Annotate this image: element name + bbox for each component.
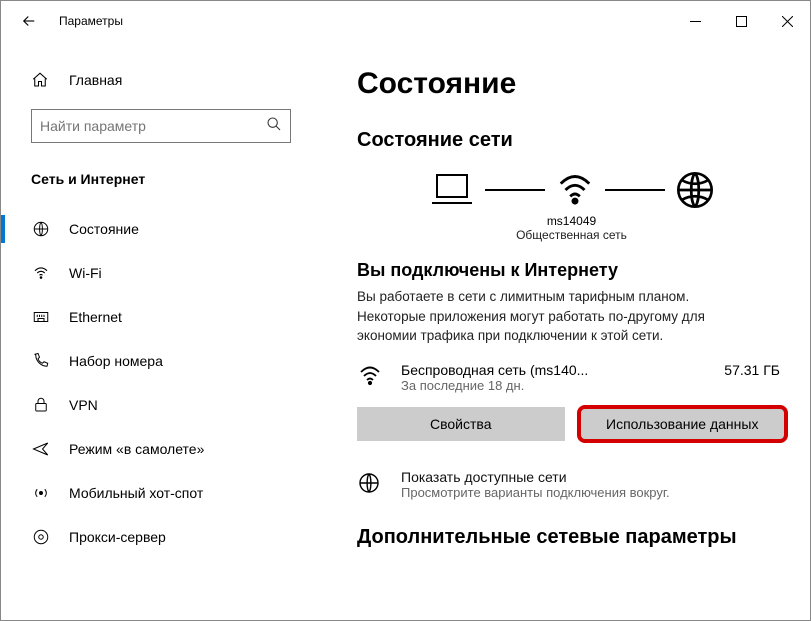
minimize-button[interactable] xyxy=(672,5,718,37)
wifi-icon xyxy=(357,362,387,393)
connection-period: За последние 18 дн. xyxy=(401,378,724,393)
window-controls xyxy=(672,5,810,37)
wifi-icon xyxy=(555,171,595,209)
additional-params-heading: Дополнительные сетевые параметры xyxy=(357,526,786,549)
properties-button[interactable]: Свойства xyxy=(357,407,565,441)
close-button[interactable] xyxy=(764,5,810,37)
hotspot-icon xyxy=(31,484,51,502)
diagram-line xyxy=(605,189,665,191)
titlebar: Параметры xyxy=(1,1,810,41)
home-label: Главная xyxy=(69,72,122,88)
back-button[interactable] xyxy=(11,3,47,39)
data-usage-button[interactable]: Использование данных xyxy=(579,407,787,441)
home-icon xyxy=(31,71,51,89)
network-name: ms14049 xyxy=(357,214,786,228)
sidebar-item-label: Мобильный хот-спот xyxy=(69,485,203,501)
window-title: Параметры xyxy=(59,14,123,28)
status-heading: Состояние сети xyxy=(357,129,786,152)
search-box[interactable] xyxy=(31,109,291,143)
sidebar-item-label: Прокси-сервер xyxy=(69,529,166,545)
show-networks-title: Показать доступные сети xyxy=(401,469,670,485)
globe-icon xyxy=(31,220,51,238)
sidebar-item-label: Режим «в самолете» xyxy=(69,441,204,457)
sidebar-item-status[interactable]: Состояние xyxy=(1,207,321,251)
page-title: Состояние xyxy=(357,67,786,101)
network-type: Общественная сеть xyxy=(357,228,786,242)
globe-icon xyxy=(675,170,715,210)
sidebar-item-hotspot[interactable]: Мобильный хот-спот xyxy=(1,471,321,515)
maximize-button[interactable] xyxy=(718,5,764,37)
sidebar-item-label: Состояние xyxy=(69,221,139,237)
home-link[interactable]: Главная xyxy=(1,61,321,103)
main-panel: Состояние Состояние сети ms14049 Обществ… xyxy=(321,41,810,620)
proxy-icon xyxy=(31,528,51,546)
button-row: Свойства Использование данных xyxy=(357,407,786,441)
show-networks-link[interactable]: Показать доступные сети Просмотрите вари… xyxy=(357,469,786,500)
connection-row: Беспроводная сеть (ms140... За последние… xyxy=(357,362,786,393)
search-icon xyxy=(266,116,282,137)
connected-text: Вы работаете в сети с лимитным тарифным … xyxy=(357,287,757,346)
laptop-icon xyxy=(429,171,475,209)
airplane-icon xyxy=(31,440,51,458)
connected-heading: Вы подключены к Интернету xyxy=(357,260,786,281)
sidebar-item-label: Wi-Fi xyxy=(69,265,102,281)
connection-name: Беспроводная сеть (ms140... xyxy=(401,362,724,378)
globe-icon xyxy=(357,469,387,500)
sidebar: Главная Сеть и Интернет Состояние Wi-Fi xyxy=(1,41,321,620)
diagram-line xyxy=(485,189,545,191)
vpn-icon xyxy=(31,396,51,414)
sidebar-item-proxy[interactable]: Прокси-сервер xyxy=(1,515,321,559)
connection-usage: 57.31 ГБ xyxy=(724,362,786,378)
sidebar-item-dialup[interactable]: Набор номера xyxy=(1,339,321,383)
sidebar-item-wifi[interactable]: Wi-Fi xyxy=(1,251,321,295)
sidebar-item-airplane[interactable]: Режим «в самолете» xyxy=(1,427,321,471)
sidebar-item-label: VPN xyxy=(69,397,98,413)
ethernet-icon xyxy=(31,308,51,326)
wifi-icon xyxy=(31,264,51,282)
network-diagram xyxy=(357,170,786,210)
sidebar-item-label: Ethernet xyxy=(69,309,122,325)
category-heading: Сеть и Интернет xyxy=(1,161,321,201)
dialup-icon xyxy=(31,352,51,370)
show-networks-sub: Просмотрите варианты подключения вокруг. xyxy=(401,485,670,500)
sidebar-item-vpn[interactable]: VPN xyxy=(1,383,321,427)
sidebar-item-ethernet[interactable]: Ethernet xyxy=(1,295,321,339)
nav-list: Состояние Wi-Fi Ethernet Набор номера xyxy=(1,207,321,559)
sidebar-item-label: Набор номера xyxy=(69,353,163,369)
search-input[interactable] xyxy=(40,118,266,134)
